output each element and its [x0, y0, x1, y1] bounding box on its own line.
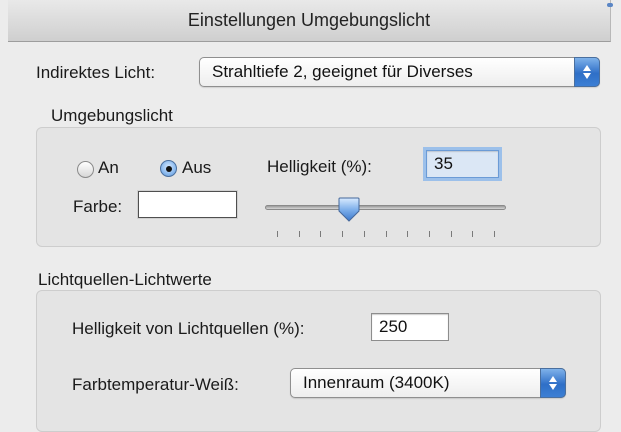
window-title: Einstellungen Umgebungslicht — [187, 10, 431, 30]
color-swatch[interactable] — [138, 191, 237, 218]
window-edge-indicator — [607, 3, 613, 7]
brightness-slider-track[interactable] — [265, 205, 506, 210]
light-sources-brightness-value: 250 — [379, 317, 408, 336]
ambient-brightness-label: Helligkeit (%): — [267, 157, 372, 176]
light-sources-heading: Lichtquellen-Lichtwerte — [38, 270, 212, 289]
slider-tick — [494, 231, 495, 237]
slider-tick — [342, 231, 344, 237]
up-down-arrows-icon — [574, 57, 600, 87]
slider-tick — [407, 231, 409, 237]
color-label: Farbe: — [73, 197, 123, 216]
color-temperature-selected: Innenraum (3400K) — [303, 373, 450, 392]
slider-tick — [450, 231, 452, 237]
brightness-slider-knob[interactable] — [338, 196, 360, 222]
indirect-light-label: Indirektes Licht: — [36, 63, 156, 82]
slider-tick — [277, 231, 278, 237]
radio-selected-dot — [166, 166, 172, 172]
indirect-light-selected: Strahltiefe 2, geeignet für Diverses — [212, 62, 473, 81]
radio-an[interactable] — [77, 161, 94, 178]
slider-tick — [385, 231, 387, 237]
ambient-brightness-input[interactable]: 35 — [426, 150, 499, 178]
up-down-arrows-icon — [540, 368, 566, 398]
radio-aus-label[interactable]: Aus — [182, 158, 211, 178]
color-temperature-popup[interactable]: Innenraum (3400K) — [290, 368, 566, 398]
slider-tick — [363, 231, 365, 237]
light-sources-group-box — [36, 290, 601, 432]
ambient-heading: Umgebungslicht — [51, 106, 173, 125]
indirect-light-popup[interactable]: Strahltiefe 2, geeignet für Diverses — [199, 57, 600, 87]
radio-aus[interactable] — [160, 160, 177, 177]
light-sources-brightness-input[interactable]: 250 — [371, 313, 449, 341]
slider-tick — [428, 231, 430, 237]
slider-tick — [298, 231, 300, 237]
radio-an-label[interactable]: An — [98, 158, 119, 178]
ambient-group-box — [36, 127, 601, 247]
window-titlebar[interactable]: Einstellungen Umgebungslicht — [8, 0, 611, 42]
ambient-brightness-value: 35 — [434, 154, 453, 173]
light-sources-brightness-label: Helligkeit von Lichtquellen (%): — [72, 319, 305, 338]
slider-tick — [320, 231, 322, 237]
color-temperature-label: Farbtemperatur-Weiß: — [72, 375, 239, 394]
slider-tick — [472, 231, 474, 237]
